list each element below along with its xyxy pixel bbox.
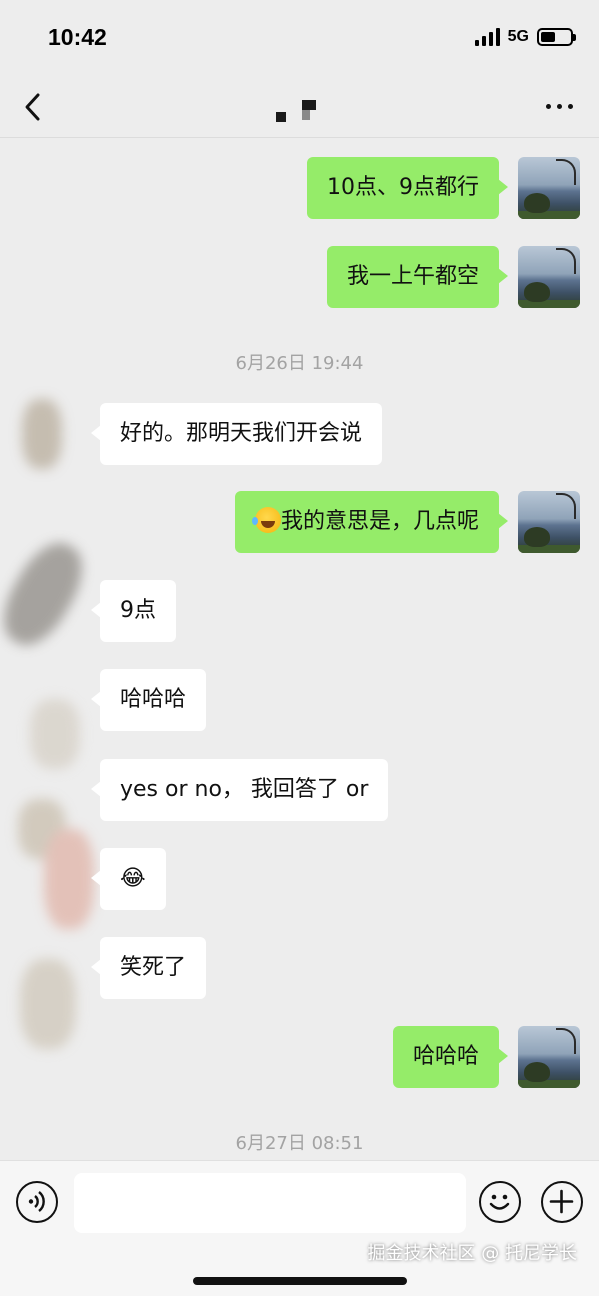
home-indicator[interactable] — [193, 1277, 407, 1285]
message-timestamp: 6月27日 08:51 — [235, 1133, 364, 1154]
signal-icon — [474, 28, 500, 46]
avatar-self[interactable] — [518, 246, 580, 308]
chat-title-redacted — [270, 98, 330, 124]
avatar-self[interactable] — [518, 1026, 580, 1088]
blurred-avatar-area — [0, 399, 96, 1119]
message-bubble-incoming[interactable]: 9点 — [91, 580, 176, 642]
message-timestamp: 6月26日 19:44 — [235, 353, 364, 374]
message-text: 我的意思是，几点呢 — [280, 509, 479, 534]
message-bubble-outgoing[interactable]: 我的意思是，几点呢 — [234, 491, 509, 553]
chat-header — [0, 78, 599, 138]
plus-icon[interactable] — [541, 1181, 583, 1223]
voice-icon[interactable] — [16, 1181, 58, 1223]
input-bar: 掘金技术社区 @ 托尼学长 — [0, 1160, 599, 1296]
message-list: 10点、9点都行 我一上午都空 6月26日 19:44 好的。那明天我们开会说 … — [0, 139, 599, 1159]
status-bar: 10:42 5G — [0, 0, 599, 78]
avatar-self[interactable] — [518, 157, 580, 219]
back-icon[interactable] — [20, 90, 50, 124]
message-input[interactable] — [74, 1173, 466, 1233]
battery-icon — [537, 28, 576, 46]
message-bubble-incoming[interactable]: yes or no， 我回答了 or — [90, 759, 389, 821]
message-bubble-incoming[interactable]: 笑死了 — [90, 937, 207, 999]
message-bubble-outgoing[interactable]: 哈哈哈 — [392, 1026, 509, 1088]
crying-laughing-emoji-icon — [251, 507, 281, 533]
status-time: 10:42 — [48, 24, 107, 50]
message-bubble-outgoing[interactable]: 我一上午都空 — [326, 246, 509, 308]
message-bubble-outgoing[interactable]: 10点、9点都行 — [307, 157, 508, 219]
watermark: 掘金技术社区 @ 托尼学长 — [367, 1243, 577, 1264]
more-icon[interactable] — [546, 104, 573, 109]
message-bubble-incoming[interactable]: 好的。那明天我们开会说 — [90, 403, 383, 465]
avatar-self[interactable] — [518, 491, 580, 553]
message-bubble-incoming[interactable]: 哈哈哈 — [90, 669, 207, 731]
status-indicators: 5G — [474, 28, 576, 46]
emoji-icon[interactable] — [479, 1181, 521, 1223]
network-type: 5G — [507, 28, 529, 45]
message-bubble-incoming[interactable]: 😂 — [91, 848, 166, 910]
